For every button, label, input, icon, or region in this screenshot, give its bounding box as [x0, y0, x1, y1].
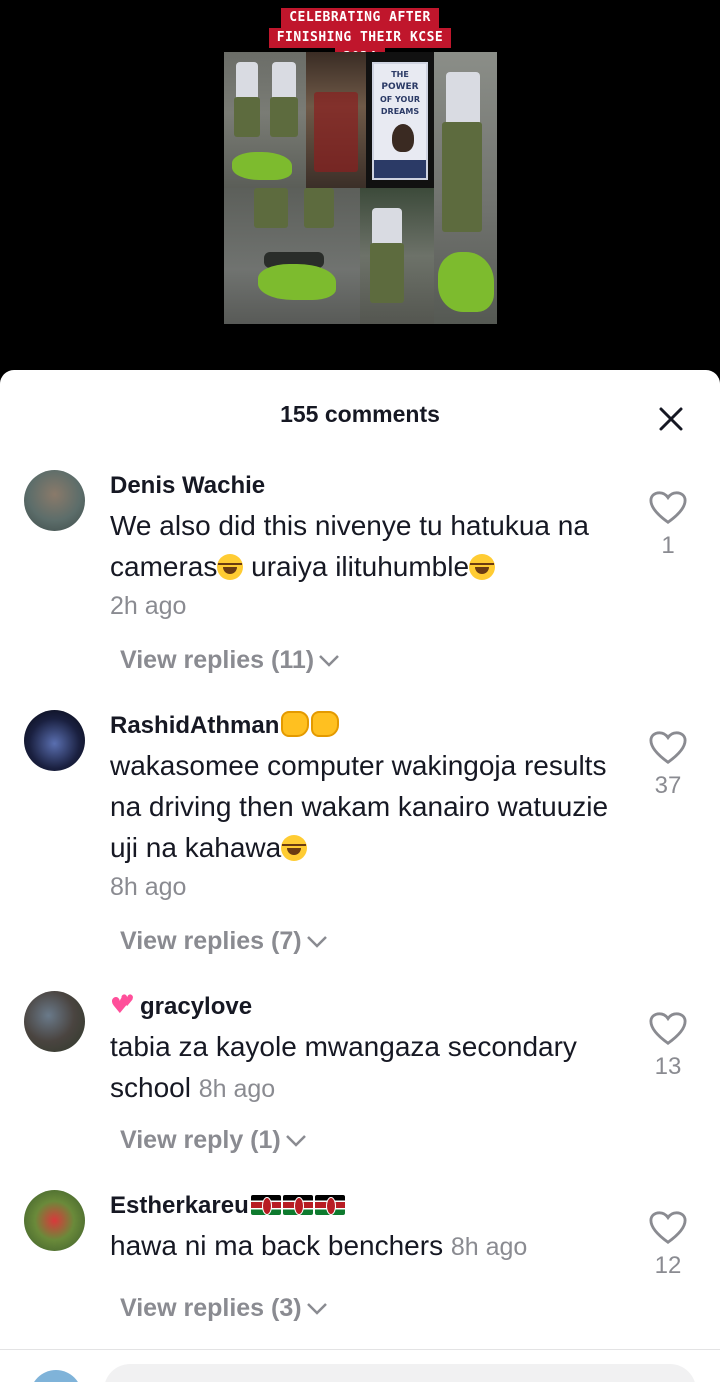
avatar[interactable]	[24, 991, 85, 1052]
book-cover: THE POWER OF YOUR DREAMS	[372, 62, 428, 180]
two-hearts-icon: ♥ ♥	[110, 991, 135, 1019]
collage-tile	[360, 188, 434, 324]
view-replies-button[interactable]: View reply (1)	[120, 1126, 307, 1155]
caption-line-1: CELEBRATING AFTER	[281, 8, 439, 28]
comments-count-title: 155 comments	[280, 401, 440, 427]
comment-time: 8h ago	[450, 1233, 528, 1261]
kenya-flag-icon	[250, 1195, 281, 1215]
like-button[interactable]: 1	[646, 490, 690, 560]
comment-time: 8h ago	[110, 873, 187, 901]
comment-author[interactable]: RashidAthman	[110, 710, 630, 742]
caption-line-2: FINISHING THEIR KCSE	[268, 28, 452, 48]
like-button[interactable]: 13	[646, 1011, 690, 1081]
comment-text: hawa ni ma back benchers 8h ago	[110, 1230, 528, 1261]
heart-icon	[649, 491, 687, 525]
like-button[interactable]: 12	[646, 1210, 690, 1280]
chevron-down-icon	[306, 1302, 327, 1315]
laughing-emoji-icon	[469, 554, 496, 580]
comment-time: 2h ago	[110, 592, 187, 620]
add-comment-input[interactable]	[104, 1364, 696, 1382]
collage-tile	[434, 52, 497, 324]
heart-icon	[649, 1012, 687, 1046]
like-count: 1	[661, 532, 675, 559]
composer-divider	[0, 1349, 720, 1350]
comment-text: tabia za kayole mwangaza secondary schoo…	[110, 1031, 577, 1103]
close-button[interactable]	[656, 404, 686, 434]
close-icon	[659, 407, 683, 431]
chevron-down-icon	[285, 1134, 306, 1147]
collage-tile	[224, 52, 306, 188]
heart-icon	[649, 731, 687, 765]
collage-tile	[224, 188, 360, 324]
video-player[interactable]: CELEBRATING AFTER FINISHING THEIR KCSE 2…	[0, 0, 720, 372]
like-count: 13	[654, 1053, 682, 1080]
comment-author[interactable]: Estherkareu	[110, 1190, 630, 1222]
chevron-down-icon	[306, 935, 327, 948]
like-count: 12	[654, 1252, 682, 1279]
fist-emoji-icon	[311, 711, 340, 737]
comment-author[interactable]: ♥ ♥ gracylove	[110, 991, 630, 1023]
laughing-emoji-icon	[281, 835, 308, 861]
view-replies-button[interactable]: View replies (11)	[120, 646, 340, 675]
collage-tile	[306, 52, 366, 188]
kenya-flag-icon	[314, 1195, 345, 1215]
heart-icon	[649, 1211, 687, 1245]
comment-time: 8h ago	[198, 1075, 276, 1103]
view-replies-button[interactable]: View replies (7)	[120, 927, 328, 956]
collage-tile-book: THE POWER OF YOUR DREAMS	[366, 52, 434, 188]
comment-text: We also did this nivenye tu hatukua na c…	[110, 510, 589, 582]
avatar[interactable]	[24, 710, 85, 771]
like-count: 37	[654, 772, 682, 799]
avatar[interactable]	[24, 1190, 85, 1251]
view-replies-button[interactable]: View replies (3)	[120, 1294, 328, 1323]
laughing-emoji-icon	[217, 554, 244, 580]
like-button[interactable]: 37	[646, 730, 690, 800]
kenya-flag-icon	[282, 1195, 313, 1215]
video-frame-collage: THE POWER OF YOUR DREAMS	[224, 52, 497, 324]
comment-author[interactable]: Denis Wachie	[110, 470, 630, 502]
fist-emoji-icon	[281, 711, 310, 737]
avatar[interactable]	[24, 470, 85, 531]
chevron-down-icon	[319, 654, 339, 667]
comment-text: wakasomee computer wakingoja results na …	[110, 750, 609, 863]
